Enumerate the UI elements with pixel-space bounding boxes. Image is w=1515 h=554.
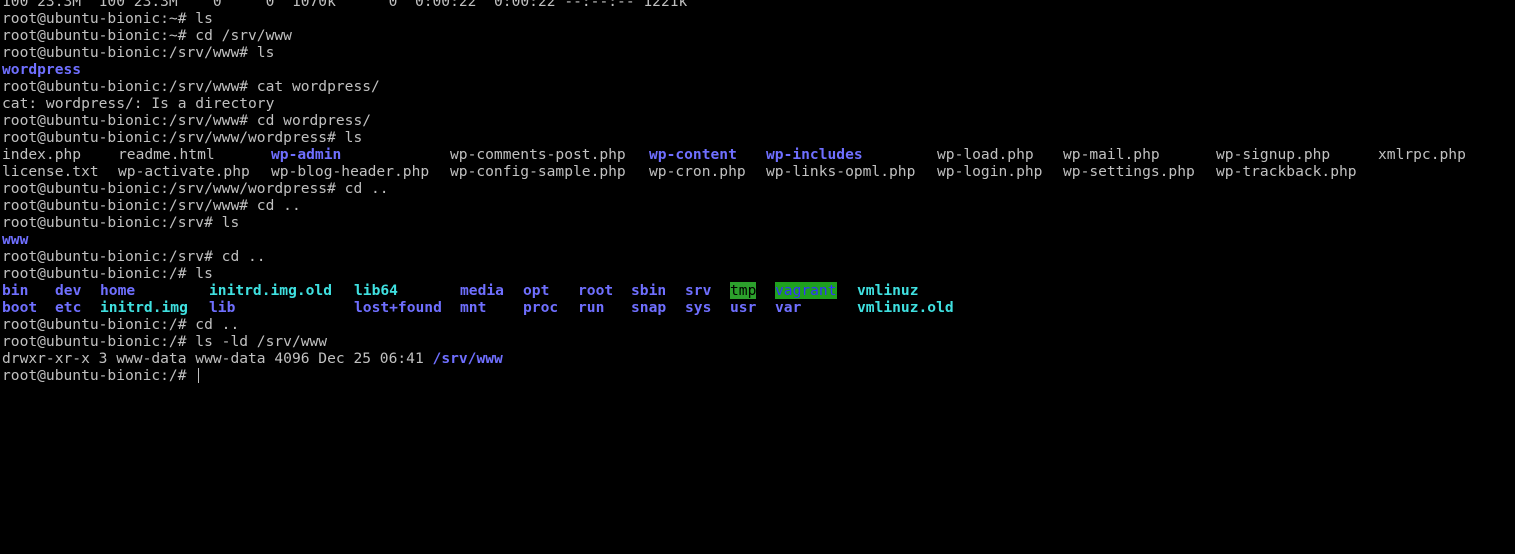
terminal-line-output: wordpress xyxy=(2,61,1512,78)
terminal-line-command: root@ubuntu-bionic:/# cd .. xyxy=(2,316,1512,333)
file-entry: wp-load.php xyxy=(937,146,1034,163)
terminal-line-command: root@ubuntu-bionic:/# ls -ld /srv/www xyxy=(2,333,1512,350)
terminal-line-command: root@ubuntu-bionic:/srv/www# ls xyxy=(2,44,1512,61)
command-text: root@ubuntu-bionic:/srv/www# cd wordpres… xyxy=(2,112,372,129)
command-text: root@ubuntu-bionic:~# ls xyxy=(2,10,213,27)
command-text: root@ubuntu-bionic:/# cd .. xyxy=(2,316,240,333)
terminal-line-command: root@ubuntu-bionic:~# cd /srv/www xyxy=(2,27,1512,44)
file-entry: xmlrpc.php xyxy=(1378,146,1466,163)
symlink-entry: lib64 xyxy=(354,282,398,299)
directory-entry: opt xyxy=(523,282,550,299)
terminal-line-listing: boot etc initrd.img lib lost+found mnt p… xyxy=(2,299,1512,316)
directory-entry: snap xyxy=(631,299,667,316)
sticky-directory-entry: vagrant xyxy=(775,282,837,299)
command-text: root@ubuntu-bionic:/srv/www/wordpress# l… xyxy=(2,129,363,146)
file-entry: wp-comments-post.php xyxy=(450,146,626,163)
directory-entry: home xyxy=(100,282,136,299)
terminal-line-command: root@ubuntu-bionic:/srv/www/wordpress# c… xyxy=(2,180,1512,197)
error-output: cat: wordpress/: Is a directory xyxy=(2,95,275,112)
file-entry: wp-settings.php xyxy=(1063,163,1195,180)
file-entry: wp-trackback.php xyxy=(1216,163,1357,180)
directory-entry: media xyxy=(460,282,504,299)
directory-entry: run xyxy=(578,299,605,316)
directory-entry: boot xyxy=(2,299,38,316)
directory-entry: etc xyxy=(55,299,82,316)
command-text: root@ubuntu-bionic:/srv/www# ls xyxy=(2,44,275,61)
file-entry: license.txt xyxy=(2,163,99,180)
terminal-line-output: www xyxy=(2,231,1512,248)
terminal-line-command: root@ubuntu-bionic:/srv/www# cat wordpre… xyxy=(2,78,1512,95)
command-text: root@ubuntu-bionic:/# ls -ld /srv/www xyxy=(2,333,328,350)
terminal-line-command: root@ubuntu-bionic:~# ls xyxy=(2,10,1512,27)
terminal-line-curl-progress: 100 23.3M 100 23.3M 0 0 1070k 0 0:00:22 … xyxy=(2,0,1512,10)
terminal-line-command: root@ubuntu-bionic:/srv/www# cd .. xyxy=(2,197,1512,214)
directory-entry: sys xyxy=(685,299,712,316)
directory-entry: lost+found xyxy=(354,299,442,316)
command-text: root@ubuntu-bionic:/srv# ls xyxy=(2,214,240,231)
sticky-directory-entry: tmp xyxy=(730,282,757,299)
file-entry: wp-mail.php xyxy=(1063,146,1160,163)
terminal-line-listing: license.txt wp-activate.php wp-blog-head… xyxy=(2,163,1512,180)
text-cursor xyxy=(198,368,200,383)
directory-entry: wordpress xyxy=(2,61,82,78)
command-text: root@ubuntu-bionic:~# cd /srv/www xyxy=(2,27,292,44)
file-entry: wp-config-sample.php xyxy=(450,163,626,180)
file-entry: wp-signup.php xyxy=(1216,146,1331,163)
symlink-entry: vmlinuz.old xyxy=(857,299,954,316)
directory-entry: mnt xyxy=(460,299,487,316)
terminal-line-output: cat: wordpress/: Is a directory xyxy=(2,95,1512,112)
file-entry: readme.html xyxy=(118,146,215,163)
directory-entry: sbin xyxy=(631,282,667,299)
file-entry: wp-activate.php xyxy=(118,163,250,180)
file-entry: wp-login.php xyxy=(937,163,1043,180)
symlink-entry: vmlinuz xyxy=(857,282,919,299)
command-text: root@ubuntu-bionic:/srv# cd .. xyxy=(2,248,266,265)
command-text: root@ubuntu-bionic:/srv/www/wordpress# c… xyxy=(2,180,389,197)
directory-path: /srv/www xyxy=(432,350,503,367)
terminal-line-command: root@ubuntu-bionic:/# ls xyxy=(2,265,1512,282)
current-prompt: root@ubuntu-bionic:/# xyxy=(2,367,196,384)
terminal-line-listing: bin dev home initrd.img.old lib64 media … xyxy=(2,282,1512,299)
directory-entry: usr xyxy=(730,299,757,316)
command-text: root@ubuntu-bionic:/srv/www# cd .. xyxy=(2,197,301,214)
directory-entry: wp-content xyxy=(649,146,737,163)
terminal-line-command: root@ubuntu-bionic:/srv/www# cd wordpres… xyxy=(2,112,1512,129)
terminal-line-command: root@ubuntu-bionic:/srv# ls xyxy=(2,214,1512,231)
directory-entry: var xyxy=(775,299,802,316)
directory-entry: dev xyxy=(55,282,82,299)
command-text: root@ubuntu-bionic:/srv/www# cat wordpre… xyxy=(2,78,380,95)
file-entry: wp-links-opml.php xyxy=(766,163,916,180)
terminal-line-command: root@ubuntu-bionic:/srv/www/wordpress# l… xyxy=(2,129,1512,146)
file-entry: wp-blog-header.php xyxy=(271,163,430,180)
directory-entry: wp-includes xyxy=(766,146,863,163)
file-entry: index.php xyxy=(2,146,82,163)
terminal-line-output: drwxr-xr-x 3 www-data www-data 4096 Dec … xyxy=(2,350,1512,367)
command-text: root@ubuntu-bionic:/# ls xyxy=(2,265,213,282)
directory-entry: proc xyxy=(523,299,559,316)
permissions-output: drwxr-xr-x 3 www-data www-data 4096 Dec … xyxy=(2,350,433,367)
directory-entry: root xyxy=(578,282,614,299)
symlink-entry: initrd.img xyxy=(100,299,188,316)
terminal-line-listing: index.php readme.html wp-admin wp-commen… xyxy=(2,146,1512,163)
terminal-line-prompt[interactable]: root@ubuntu-bionic:/# xyxy=(2,367,1512,384)
directory-entry: www xyxy=(2,231,29,248)
directory-entry: bin xyxy=(2,282,29,299)
symlink-entry: initrd.img.old xyxy=(209,282,333,299)
curl-progress-text: 100 23.3M 100 23.3M 0 0 1070k 0 0:00:22 … xyxy=(2,0,688,10)
directory-entry: srv xyxy=(685,282,712,299)
directory-entry: lib xyxy=(209,299,236,316)
terminal-line-command: root@ubuntu-bionic:/srv# cd .. xyxy=(2,248,1512,265)
directory-entry: wp-admin xyxy=(271,146,342,163)
file-entry: wp-cron.php xyxy=(649,163,746,180)
terminal-window[interactable]: 100 23.3M 100 23.3M 0 0 1070k 0 0:00:22 … xyxy=(2,0,1512,406)
